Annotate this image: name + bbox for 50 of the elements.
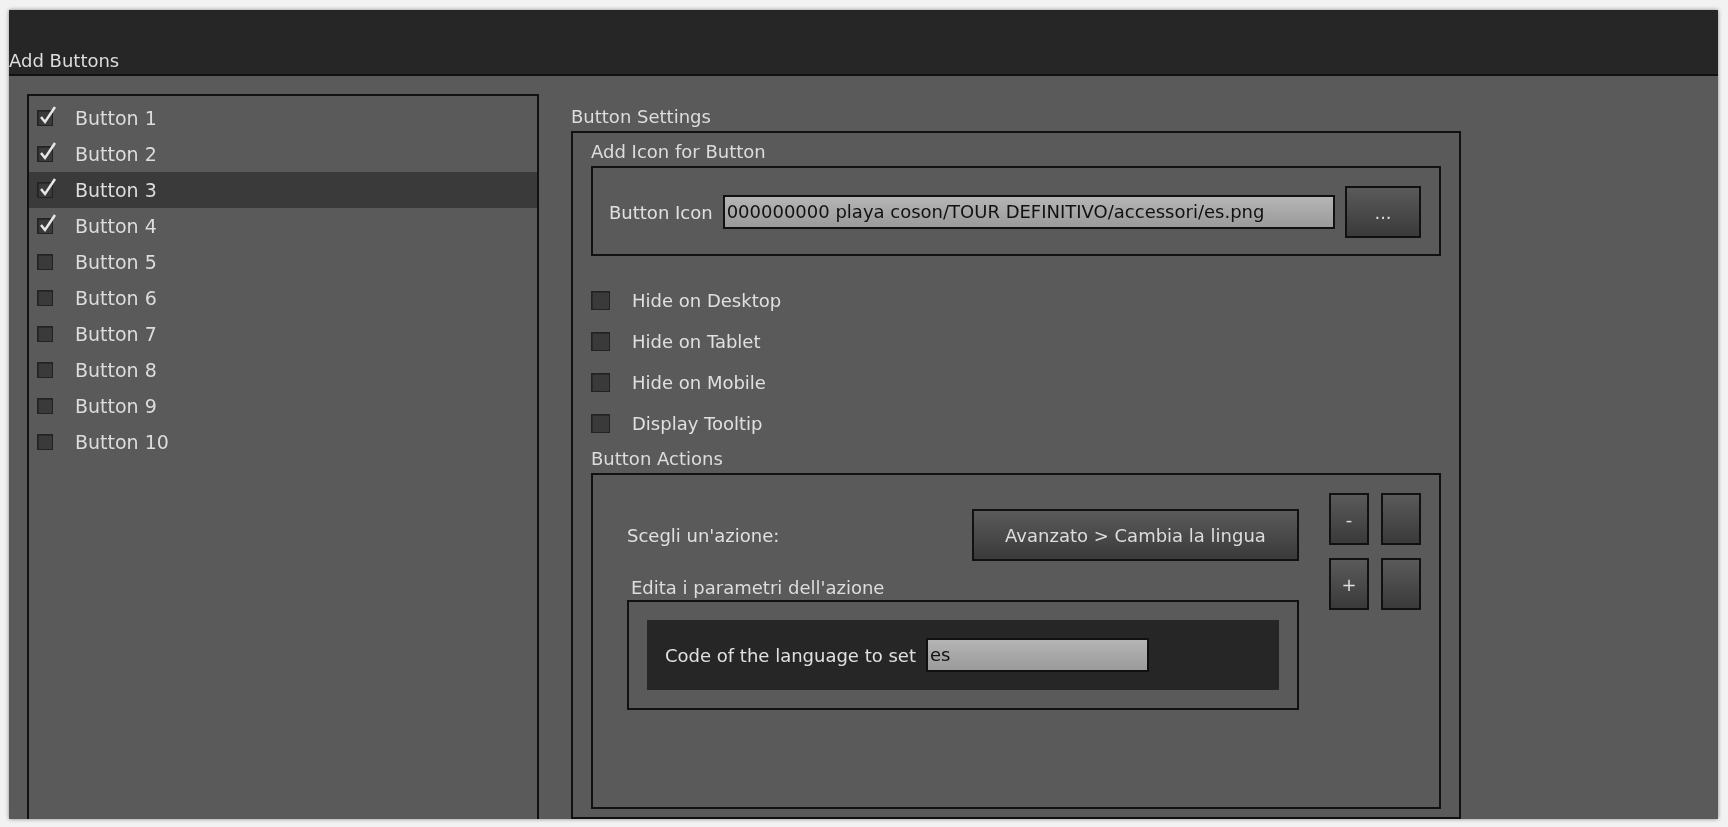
item-label: Button 5 — [75, 251, 157, 273]
checkbox[interactable] — [591, 332, 610, 351]
list-item[interactable]: Button 7 — [29, 316, 537, 352]
list-item[interactable]: Button 9 — [29, 388, 537, 424]
checkbox[interactable] — [37, 254, 53, 270]
checkbox[interactable] — [37, 326, 53, 342]
checkbox[interactable] — [37, 434, 53, 450]
list-item[interactable]: Button 3 — [29, 172, 537, 208]
item-label: Button 1 — [75, 107, 157, 129]
group-label: Button Actions — [591, 448, 724, 469]
item-label: Button 6 — [75, 287, 157, 309]
item-label: Button 9 — [75, 395, 157, 417]
list-item[interactable]: Button 4 — [29, 208, 537, 244]
item-label: Button 8 — [75, 359, 157, 381]
group-label: Button Settings — [571, 106, 712, 127]
list-item[interactable]: Button 6 — [29, 280, 537, 316]
action-label: Scegli un'azione: — [627, 524, 780, 546]
item-label: Button 3 — [75, 179, 157, 201]
remove-button[interactable]: - — [1329, 493, 1369, 545]
checkbox[interactable] — [591, 414, 610, 433]
item-label: Button 10 — [75, 431, 169, 453]
panel-title: Add Buttons — [9, 50, 120, 73]
list-item[interactable]: Button 5 — [29, 244, 537, 280]
checkbox[interactable] — [37, 362, 53, 378]
blank-button[interactable] — [1381, 493, 1421, 545]
add-button[interactable]: + — [1329, 558, 1369, 610]
browse-button[interactable]: ... — [1345, 186, 1421, 238]
item-label: Button 4 — [75, 215, 157, 237]
group-label: Add Icon for Button — [591, 141, 767, 162]
list-item[interactable]: Button 1 — [29, 100, 537, 136]
option-label: Hide on Mobile — [632, 372, 766, 393]
option-label: Hide on Desktop — [632, 290, 782, 311]
list-item[interactable]: Button 10 — [29, 424, 537, 460]
checkbox[interactable] — [591, 373, 610, 392]
list-item[interactable]: Button 2 — [29, 136, 537, 172]
field-label: Code of the language to set — [665, 644, 916, 666]
language-field[interactable]: es — [925, 638, 1149, 672]
checkbox[interactable] — [591, 291, 610, 310]
option-label: Hide on Tablet — [632, 331, 761, 352]
checkbox[interactable] — [37, 398, 53, 414]
path-field[interactable]: 000000000 playa coson/TOUR DEFINITIVO/accessori/es.png — [722, 195, 1335, 229]
list-item[interactable]: Button 8 — [29, 352, 537, 388]
option-label: Display Tooltip — [632, 413, 763, 434]
blank-button[interactable] — [1381, 558, 1421, 610]
item-label: Button 2 — [75, 143, 157, 165]
item-label: Button 7 — [75, 323, 157, 345]
group-label: Edita i parametri dell'azione — [631, 577, 886, 598]
checkbox[interactable] — [37, 290, 53, 306]
action-dropdown[interactable]: Avanzato > Cambia la lingua — [972, 509, 1299, 561]
field-label: Button Icon — [609, 201, 713, 223]
